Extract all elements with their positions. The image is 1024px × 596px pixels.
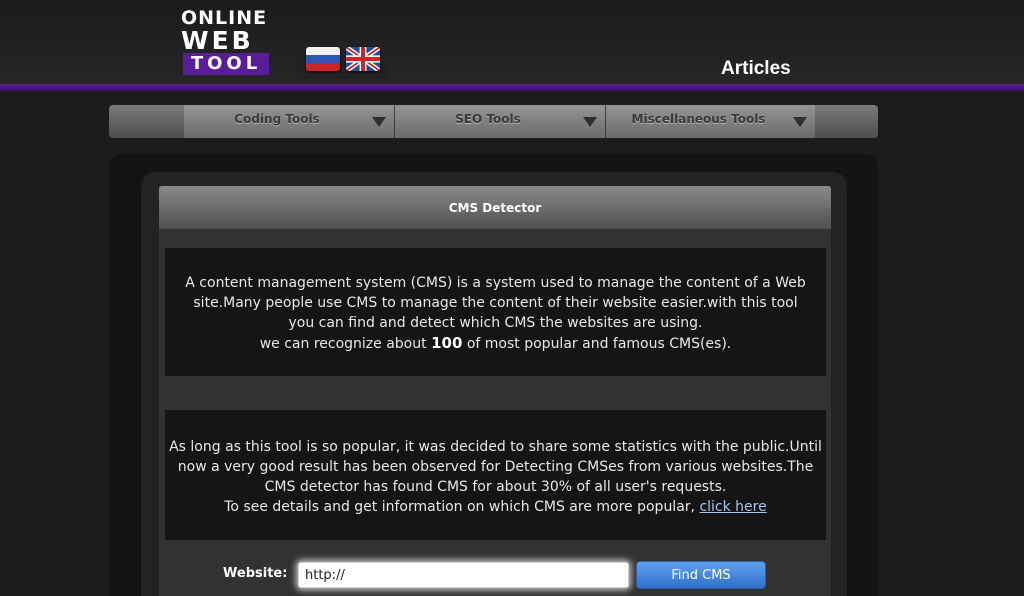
find-cms-button[interactable]: Find CMS <box>636 561 766 589</box>
dropdown-arrow-icon <box>793 117 807 127</box>
logo-line-tool: TOOL <box>183 53 269 75</box>
header-accent-line <box>0 84 1024 91</box>
details-line: To see details and get information on wh… <box>169 497 822 517</box>
dropdown-arrow-icon <box>372 117 386 127</box>
stats-text-box: As long as this tool is so popular, it w… <box>165 410 826 540</box>
articles-link[interactable]: Articles <box>721 58 791 80</box>
tool-card-header: CMS Detector <box>159 186 831 229</box>
website-label: Website: <box>223 566 288 581</box>
dropdown-arrow-icon <box>583 117 597 127</box>
russian-flag-icon[interactable] <box>306 47 340 71</box>
nav-item-label: Coding Tools <box>234 112 320 126</box>
nav-item-label: SEO Tools <box>455 112 521 126</box>
cms-count-prefix: we can recognize about <box>259 336 427 352</box>
uk-flag-icon[interactable] <box>346 47 380 71</box>
click-here-link[interactable]: click here <box>699 499 766 515</box>
cms-count: 100 <box>431 334 463 352</box>
details-prefix: To see details and get information on wh… <box>224 499 695 515</box>
intro-text: A content management system (CMS) is a s… <box>185 275 806 331</box>
cms-count-line: we can recognize about 100 of most popul… <box>179 333 812 354</box>
intro-text-box: A content management system (CMS) is a s… <box>165 248 826 376</box>
page-title: CMS Detector <box>448 201 542 215</box>
site-header <box>0 0 1024 84</box>
nav-item-miscellaneous-tools[interactable]: Miscellaneous Tools <box>606 105 815 138</box>
nav-item-coding-tools[interactable]: Coding Tools <box>184 105 394 138</box>
website-url-input[interactable] <box>298 562 629 588</box>
stats-text: As long as this tool is so popular, it w… <box>169 439 822 495</box>
logo-line-web: WEB <box>181 26 254 55</box>
site-logo[interactable]: ONLINE WEB TOOL <box>181 7 271 77</box>
main-nav: Coding Tools SEO Tools Miscellaneous Too… <box>109 105 878 138</box>
nav-item-label: Miscellaneous Tools <box>631 112 766 126</box>
nav-item-seo-tools[interactable]: SEO Tools <box>395 105 605 138</box>
cms-count-suffix: of most popular and famous CMS(es). <box>466 336 732 352</box>
